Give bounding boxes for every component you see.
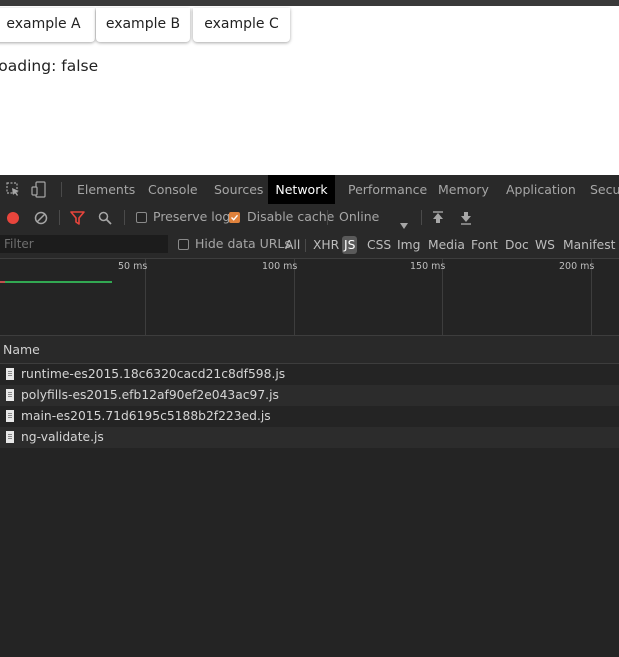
request-name: runtime-es2015.18c6320cacd21c8df598.js	[21, 367, 286, 381]
preserve-log-label: Preserve log	[153, 209, 231, 224]
import-har-icon[interactable]	[432, 210, 444, 229]
tab-elements[interactable]: Elements	[77, 175, 135, 204]
filter-divider	[305, 239, 306, 252]
tab-application[interactable]: Application	[506, 175, 576, 204]
request-row[interactable]: main-es2015.71d6195c5188b2f223ed.js	[0, 406, 619, 427]
name-column-label: Name	[3, 342, 40, 357]
toolbar-divider	[421, 210, 422, 225]
filter-icon[interactable]	[70, 210, 85, 229]
file-icon	[6, 410, 14, 422]
disable-cache-label: Disable cache	[247, 209, 335, 224]
hide-data-urls-checkbox[interactable]	[178, 239, 189, 250]
filter-type-ws[interactable]: WS	[535, 236, 555, 254]
tab-sources[interactable]: Sources	[214, 175, 263, 204]
filter-type-manifest[interactable]: Manifest	[563, 236, 615, 254]
devtools-tab-bar: Elements Console Sources Network Perform…	[0, 175, 619, 205]
request-name: polyfills-es2015.efb12af90ef2e043ac97.js	[21, 388, 279, 402]
waterfall-marker	[0, 281, 5, 283]
throttling-select[interactable]: Online	[339, 209, 379, 224]
example-b-button[interactable]: example B	[96, 8, 190, 42]
export-har-icon[interactable]	[460, 210, 472, 229]
toolbar-divider	[124, 210, 125, 225]
filter-type-css[interactable]: CSS	[367, 236, 391, 254]
tab-memory[interactable]: Memory	[438, 175, 489, 204]
tab-console[interactable]: Console	[148, 175, 198, 204]
tab-security[interactable]: Security	[590, 175, 619, 204]
clear-icon[interactable]	[34, 210, 48, 229]
preserve-log-checkbox[interactable]	[136, 212, 147, 223]
file-icon	[6, 389, 14, 401]
filter-type-media[interactable]: Media	[428, 236, 465, 254]
filter-type-all[interactable]: All	[285, 236, 300, 254]
tab-performance[interactable]: Performance	[348, 175, 427, 204]
toolbar-divider	[59, 210, 60, 225]
timeline-tick-label: 200 ms	[559, 261, 595, 272]
network-toolbar: Preserve log Disable cache Online	[0, 204, 619, 232]
request-row[interactable]: polyfills-es2015.efb12af90ef2e043ac97.js	[0, 385, 619, 406]
request-row[interactable]: ng-validate.js	[0, 427, 619, 448]
timeline-tick-label: 150 ms	[410, 261, 446, 272]
name-column-header[interactable]: Name	[0, 336, 619, 364]
timeline-tick-label: 50 ms	[118, 261, 148, 272]
device-toolbar-icon[interactable]	[31, 181, 47, 202]
example-a-button[interactable]: example A	[0, 8, 95, 42]
devtools-panel: Elements Console Sources Network Perform…	[0, 175, 619, 657]
disable-cache-checkbox[interactable]	[229, 212, 240, 223]
filter-input[interactable]	[0, 235, 168, 253]
request-name: main-es2015.71d6195c5188b2f223ed.js	[21, 409, 271, 423]
tab-divider	[61, 182, 62, 197]
record-icon[interactable]	[6, 210, 20, 229]
timeline-tick-label: 100 ms	[262, 261, 298, 272]
loading-status-text: loading: false	[0, 57, 99, 75]
request-row[interactable]: runtime-es2015.18c6320cacd21c8df598.js	[0, 364, 619, 385]
hide-data-urls-label: Hide data URLs	[195, 236, 291, 251]
search-icon[interactable]	[98, 210, 112, 229]
filter-type-font[interactable]: Font	[471, 236, 498, 254]
filter-type-img[interactable]: Img	[397, 236, 420, 254]
request-name: ng-validate.js	[21, 430, 104, 444]
filter-type-xhr[interactable]: XHR	[313, 236, 339, 254]
waterfall-bar	[0, 281, 112, 283]
network-timeline-overview[interactable]: 50 ms 100 ms 150 ms 200 ms	[0, 259, 619, 336]
filter-type-doc[interactable]: Doc	[505, 236, 529, 254]
network-filter-bar: Hide data URLs All XHR JS CSS Img Media …	[0, 231, 619, 259]
page-viewport: example A example B example C loading: f…	[0, 6, 619, 175]
toolbar-divider	[327, 210, 328, 225]
file-icon	[6, 368, 14, 380]
file-icon	[6, 431, 14, 443]
example-c-button[interactable]: example C	[193, 8, 290, 42]
filter-type-js[interactable]: JS	[342, 236, 358, 254]
tab-network[interactable]: Network	[268, 175, 335, 204]
inspect-element-icon[interactable]	[6, 182, 21, 201]
